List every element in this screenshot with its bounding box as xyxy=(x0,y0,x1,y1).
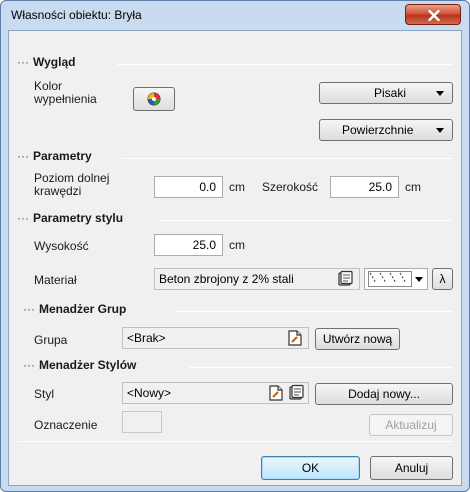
material-library-icon xyxy=(289,384,304,400)
create-new-group-button[interactable]: Utwórz nową xyxy=(315,328,400,350)
group-edit-button[interactable] xyxy=(286,328,306,348)
section-header-parametry-stylu[interactable]: ··· Parametry stylu xyxy=(17,211,123,227)
pens-label: Pisaki xyxy=(374,86,407,100)
color-wheel-icon xyxy=(147,92,161,106)
update-button[interactable]: Aktualizuj xyxy=(369,414,453,436)
style-label: Styl xyxy=(34,387,55,401)
marking-label: Oznaczenie xyxy=(34,418,98,432)
cancel-button[interactable]: Anuluj xyxy=(370,456,453,480)
style-edit-button[interactable] xyxy=(267,383,287,403)
expand-dots-icon: ··· xyxy=(17,55,29,69)
section-title: Menadżer Stylów xyxy=(39,358,137,372)
section-title: Parametry xyxy=(33,149,92,163)
lambda-button[interactable]: λ xyxy=(432,268,453,290)
edit-document-icon xyxy=(269,385,283,401)
style-library-button[interactable] xyxy=(287,383,307,403)
divider xyxy=(189,367,453,368)
height-unit: cm xyxy=(229,238,245,252)
group-label: Grupa xyxy=(34,333,68,347)
add-new-style-button[interactable]: Dodaj nowy... xyxy=(315,383,453,405)
material-label: Materiał xyxy=(34,273,77,287)
group-field[interactable]: <Brak> xyxy=(122,327,309,349)
marking-input[interactable] xyxy=(122,411,162,433)
section-header-menadzer-stylow[interactable]: ··· Menadżer Stylów xyxy=(23,358,136,374)
edit-document-icon xyxy=(288,330,302,346)
hatch-pattern-icon xyxy=(368,271,412,287)
section-header-menadzer-grup[interactable]: ··· Menadżer Grup xyxy=(23,302,126,318)
ok-button[interactable]: OK xyxy=(261,456,360,480)
title-bar[interactable]: Własności obiektu: Bryła xyxy=(1,1,469,29)
bottom-edge-unit: cm xyxy=(229,180,245,194)
divider xyxy=(121,158,453,159)
section-title: Wygląd xyxy=(33,55,76,69)
expand-dots-icon: ··· xyxy=(17,211,29,225)
divider xyxy=(160,220,453,221)
section-title: Parametry stylu xyxy=(33,211,124,225)
expand-dots-icon: ··· xyxy=(23,302,35,316)
surfaces-dropdown[interactable]: Powierzchnie xyxy=(319,119,453,141)
chevron-down-icon xyxy=(415,277,423,282)
section-header-wyglad[interactable]: ··· Wygląd xyxy=(17,55,75,71)
pens-dropdown[interactable]: Pisaki xyxy=(319,82,453,104)
width-label: Szerokość xyxy=(262,180,319,194)
height-input[interactable]: 25.0 xyxy=(154,234,223,256)
material-library-button[interactable] xyxy=(336,269,356,289)
hatch-dropdown[interactable] xyxy=(364,268,428,290)
material-library-icon xyxy=(338,270,353,286)
close-button[interactable] xyxy=(405,4,461,25)
window-title: Własności obiektu: Bryła xyxy=(11,8,142,22)
surfaces-label: Powierzchnie xyxy=(342,123,414,137)
expand-dots-icon: ··· xyxy=(17,149,29,163)
expand-dots-icon: ··· xyxy=(23,358,35,372)
dialog-window: Własności obiektu: Bryła ··· Wygląd Kolor… xyxy=(0,0,470,492)
section-title: Menadżer Grup xyxy=(39,302,127,316)
width-input[interactable]: 25.0 xyxy=(330,176,399,198)
lambda-icon: λ xyxy=(439,272,446,286)
divider xyxy=(17,441,453,442)
dialog-content: ··· Wygląd Kolor wypełnienia Pisaki Powie… xyxy=(8,30,462,486)
bottom-edge-input[interactable]: 0.0 xyxy=(154,176,223,198)
height-label: Wysokość xyxy=(34,239,89,253)
fill-color-button[interactable] xyxy=(133,87,175,111)
bottom-edge-label: Poziom dolnej krawędzi xyxy=(34,171,110,198)
close-icon xyxy=(428,10,440,21)
material-field[interactable]: Beton zbrojony z 2% stali xyxy=(154,268,360,290)
section-header-parametry[interactable]: ··· Parametry xyxy=(17,149,92,165)
divider xyxy=(175,311,453,312)
chevron-down-icon xyxy=(436,91,444,96)
width-unit: cm xyxy=(405,180,421,194)
chevron-down-icon xyxy=(436,128,444,133)
divider xyxy=(117,64,453,65)
fill-color-label: Kolor wypełnienia xyxy=(34,79,97,106)
